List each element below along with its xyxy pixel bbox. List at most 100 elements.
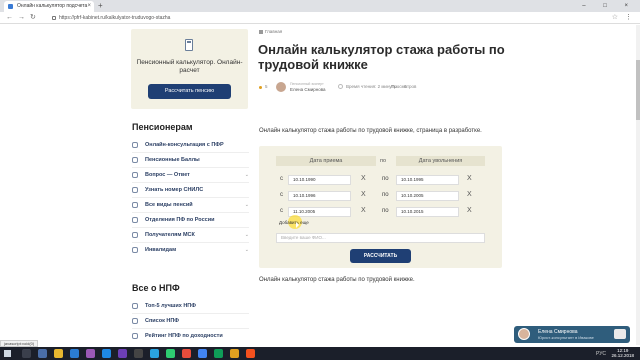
chart-icon xyxy=(132,333,138,339)
row-to-label: по xyxy=(382,192,389,198)
forward-arrow-icon[interactable]: → xyxy=(18,12,25,24)
app-icon[interactable] xyxy=(182,349,191,358)
browser-tabbar: Онлайн калькулятор подсчета × + – □ × xyxy=(0,0,640,12)
rating-value: 5 xyxy=(265,84,268,89)
after-effects-icon[interactable] xyxy=(118,349,127,358)
start-date-input[interactable]: 10.10.1990 xyxy=(288,175,351,185)
chrome-icon[interactable] xyxy=(198,349,207,358)
family-icon xyxy=(132,232,138,238)
app-icon[interactable] xyxy=(230,349,239,358)
mouse-cursor-icon xyxy=(296,222,299,228)
chevron-down-icon: ⌄ xyxy=(244,247,249,253)
home-icon xyxy=(259,29,263,34)
telegram-icon[interactable] xyxy=(150,349,159,358)
browser-menu-icon[interactable]: ⋮ xyxy=(625,12,632,24)
new-tab-button[interactable]: + xyxy=(98,0,103,12)
url-text: https://pfrf-kabinet.ru/kalkulyator-trud… xyxy=(59,15,171,21)
reload-icon[interactable]: ↻ xyxy=(30,12,36,24)
page-content: Пенсионный калькулятор. Онлайн-расчет Ра… xyxy=(0,25,636,345)
os-taskbar: РУС 12:19 26.12.2018 xyxy=(0,347,640,360)
views-count: 6 xyxy=(404,84,407,89)
chevron-down-icon: ⌄ xyxy=(244,232,249,238)
sidebar-item-label: Список НПФ xyxy=(145,318,179,324)
author-name[interactable]: Елена Смирнова xyxy=(290,87,326,92)
bookmark-star-icon[interactable]: ☆ xyxy=(612,12,618,24)
row-to-label: по xyxy=(382,176,389,182)
app-icon[interactable] xyxy=(166,349,175,358)
system-clock[interactable]: 12:19 26.12.2018 xyxy=(611,348,634,358)
tab-close-icon[interactable]: × xyxy=(87,1,91,12)
clock-icon xyxy=(338,84,343,89)
divider xyxy=(132,328,249,329)
site-favicon-icon xyxy=(8,4,13,9)
list-icon xyxy=(132,318,138,324)
premiere-icon[interactable] xyxy=(86,349,95,358)
sidebar-item-label: Инвалидам xyxy=(145,247,177,253)
chat-widget[interactable]: Елена Смирнова Юрист-консультант в Ивако… xyxy=(514,326,630,343)
card-icon xyxy=(132,187,138,193)
article-meta: 5 Пенсионный эксперт Елена Смирнова Врем… xyxy=(259,82,509,94)
sidebar-heading-npf: Все о НПФ xyxy=(132,283,180,293)
calculate-button[interactable]: РАССЧИТАТЬ xyxy=(350,249,411,263)
calculator-icon xyxy=(185,39,193,51)
sidebar-item-label: Топ-5 лучших НПФ xyxy=(145,303,196,309)
chat-icon xyxy=(132,142,138,148)
tab-title: Онлайн калькулятор подсчета xyxy=(17,3,88,9)
back-arrow-icon[interactable]: ← xyxy=(6,12,13,24)
end-date-input[interactable]: 10.10.2005 xyxy=(396,191,459,201)
column-header-end: Дата увольнения xyxy=(396,156,485,166)
browser-tab[interactable]: Онлайн калькулятор подсчета × xyxy=(4,1,94,12)
app-icon[interactable] xyxy=(246,349,255,358)
sidebar-item-label: Получателям МСК xyxy=(145,232,195,238)
photoshop-icon[interactable] xyxy=(102,349,111,358)
delete-start-button[interactable]: X xyxy=(361,175,366,182)
delete-end-button[interactable]: X xyxy=(467,175,472,182)
column-header-start: Дата приема xyxy=(276,156,376,166)
divider xyxy=(132,152,249,153)
sidebar-item-label: Онлайн-консультация с ПФР xyxy=(145,142,224,148)
app-icon[interactable] xyxy=(214,349,223,358)
consultant-avatar xyxy=(518,328,530,340)
sidebar-item-disabled[interactable]: Инвалидам ⌄ xyxy=(132,245,249,259)
delete-start-button[interactable]: X xyxy=(361,207,366,214)
delete-end-button[interactable]: X xyxy=(467,207,472,214)
building-icon xyxy=(132,217,138,223)
task-view-icon[interactable] xyxy=(38,349,47,358)
address-bar: ← → ↻ https://pfrf-kabinet.ru/kalkulyato… xyxy=(0,12,640,24)
full-name-input[interactable]: Введите ваше ФИО... xyxy=(276,233,485,243)
delete-start-button[interactable]: X xyxy=(361,191,366,198)
author-caption: Пенсионный эксперт xyxy=(290,82,324,86)
sidebar-item-label: Вопрос — Ответ xyxy=(145,172,190,178)
clock-date: 26.12.2018 xyxy=(611,353,634,358)
breadcrumb-home[interactable]: Главная xyxy=(265,29,282,34)
sidebar-item-label: Рейтинг НПФ по доходности xyxy=(145,333,223,339)
scrollbar-thumb[interactable] xyxy=(636,60,640,120)
sidebar-item-npf-rating[interactable]: Рейтинг НПФ по доходности xyxy=(132,331,249,345)
row-to-label: по xyxy=(382,208,389,214)
url-input[interactable]: https://pfrf-kabinet.ru/kalkulyator-trud… xyxy=(52,14,592,22)
word-icon[interactable] xyxy=(70,349,79,358)
sidebar-item-label: Все виды пенсий xyxy=(145,202,193,208)
chat-bubble-icon[interactable] xyxy=(614,329,626,339)
app-icon[interactable] xyxy=(134,349,143,358)
window-controls[interactable]: – □ × xyxy=(582,0,636,12)
search-icon[interactable] xyxy=(22,349,31,358)
calculate-pension-button[interactable]: Рассчитать пенсию xyxy=(148,84,231,99)
add-row-link[interactable]: Добавить еще xyxy=(279,220,309,225)
start-menu-icon[interactable] xyxy=(4,350,11,357)
breadcrumb[interactable]: Главная xyxy=(259,29,282,34)
start-date-input[interactable]: 10.10.1996 xyxy=(288,191,351,201)
trophy-icon xyxy=(132,303,138,309)
page-title: Онлайн калькулятор стажа работы по трудо… xyxy=(258,42,505,72)
end-date-input[interactable]: 10.10.2015 xyxy=(396,207,459,217)
divider xyxy=(132,227,249,228)
sidebar-item-label: Узнать номер СНИЛС xyxy=(145,187,204,193)
file-explorer-icon[interactable] xyxy=(54,349,63,358)
coins-icon xyxy=(132,157,138,163)
divider xyxy=(132,313,249,314)
delete-end-button[interactable]: X xyxy=(467,191,472,198)
read-time: Время чтения: 2 минуты xyxy=(346,84,397,89)
input-language[interactable]: РУС xyxy=(596,351,606,357)
rating-star-icon xyxy=(259,86,262,89)
end-date-input[interactable]: 10.10.1995 xyxy=(396,175,459,185)
